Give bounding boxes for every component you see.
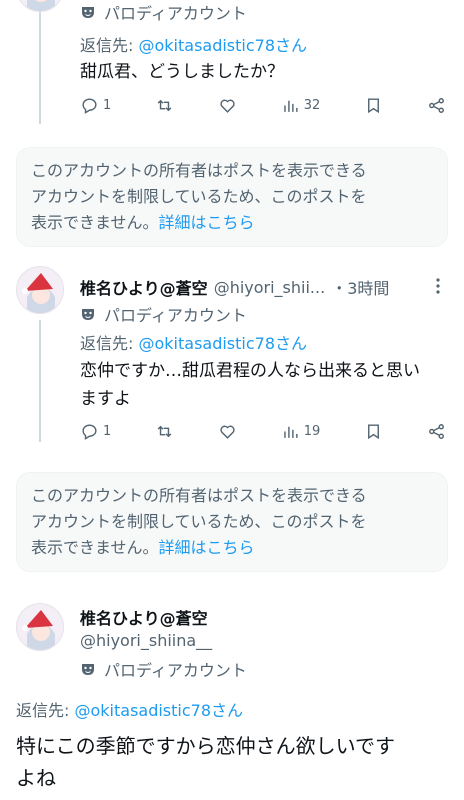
- display-name[interactable]: 椎名ひより@蒼空: [80, 275, 208, 299]
- handle[interactable]: @hiyori_shiina__: [80, 631, 212, 650]
- parody-label: パロディアカウント: [80, 302, 247, 326]
- avatar[interactable]: [16, 0, 64, 12]
- parody-label: パロディアカウント: [80, 0, 247, 24]
- views-button[interactable]: 19: [281, 422, 320, 441]
- bookmark-button[interactable]: [364, 422, 383, 441]
- display-name[interactable]: 椎名ひより@蒼空: [80, 605, 208, 629]
- views-button[interactable]: 32: [281, 96, 320, 115]
- parody-mask-icon: [80, 4, 96, 20]
- thread-line: [39, 320, 41, 442]
- share-icon: [429, 97, 444, 113]
- bookmark-button[interactable]: [364, 96, 383, 115]
- post-text: 甜瓜君、どうしましたか？: [80, 62, 284, 82]
- reply-to: 返信先: @okitasadistic78さん: [80, 36, 308, 55]
- reply-button[interactable]: 1: [80, 422, 111, 441]
- handle[interactable]: @hiyori_shii...: [214, 278, 326, 297]
- share-button[interactable]: [427, 422, 446, 441]
- avatar[interactable]: [16, 266, 64, 314]
- more-icon[interactable]: [428, 276, 448, 296]
- like-button[interactable]: [218, 96, 237, 115]
- avatar[interactable]: [16, 603, 64, 651]
- reply-handle-link[interactable]: @okitasadistic78さん: [74, 701, 243, 720]
- retweet-icon: [157, 99, 172, 111]
- share-icon: [429, 423, 444, 439]
- views-icon: [284, 426, 298, 438]
- post-actions: 1 32: [80, 94, 446, 116]
- views-icon: [284, 100, 298, 112]
- reply-handle-link[interactable]: @okitasadistic78さん: [138, 36, 307, 55]
- post-text: 特にこの季節ですから恋仲さん欲しいです よね: [16, 734, 395, 790]
- parody-label: パロディアカウント: [80, 657, 247, 681]
- like-icon: [220, 425, 235, 439]
- parody-mask-icon: [80, 661, 96, 677]
- like-button[interactable]: [218, 422, 237, 441]
- retweet-icon: [157, 425, 172, 437]
- retweet-button[interactable]: [155, 422, 174, 441]
- learn-more-link[interactable]: 詳細はこちら: [159, 538, 255, 557]
- learn-more-link[interactable]: 詳細はこちら: [159, 213, 255, 232]
- share-button[interactable]: [427, 96, 446, 115]
- reply-to: 返信先: @okitasadistic78さん: [80, 334, 308, 353]
- bookmark-icon: [368, 423, 380, 439]
- reply-to: 返信先: @okitasadistic78さん: [16, 701, 244, 720]
- parody-mask-icon: [80, 306, 96, 322]
- reply-icon: [82, 97, 97, 114]
- restricted-notice: このアカウントの所有者はポストを表示できる アカウントを制限しているため、このポ…: [16, 147, 448, 247]
- like-icon: [220, 99, 235, 113]
- timestamp[interactable]: ・3時間: [331, 275, 389, 299]
- post-header: 椎名ひより@蒼空 @hiyori_shii... ・3時間: [80, 275, 389, 299]
- reply-button[interactable]: 1: [80, 96, 111, 115]
- retweet-button[interactable]: [155, 96, 174, 115]
- restricted-notice: このアカウントの所有者はポストを表示できる アカウントを制限しているため、このポ…: [16, 472, 448, 572]
- post-actions: 1 19: [80, 420, 446, 442]
- post-text: 恋仲ですか…甜瓜君程の人なら出来ると思い ますよ: [80, 361, 420, 409]
- thread-line: [39, 0, 41, 124]
- reply-icon: [82, 423, 97, 440]
- bookmark-icon: [368, 97, 380, 113]
- reply-handle-link[interactable]: @okitasadistic78さん: [138, 334, 307, 353]
